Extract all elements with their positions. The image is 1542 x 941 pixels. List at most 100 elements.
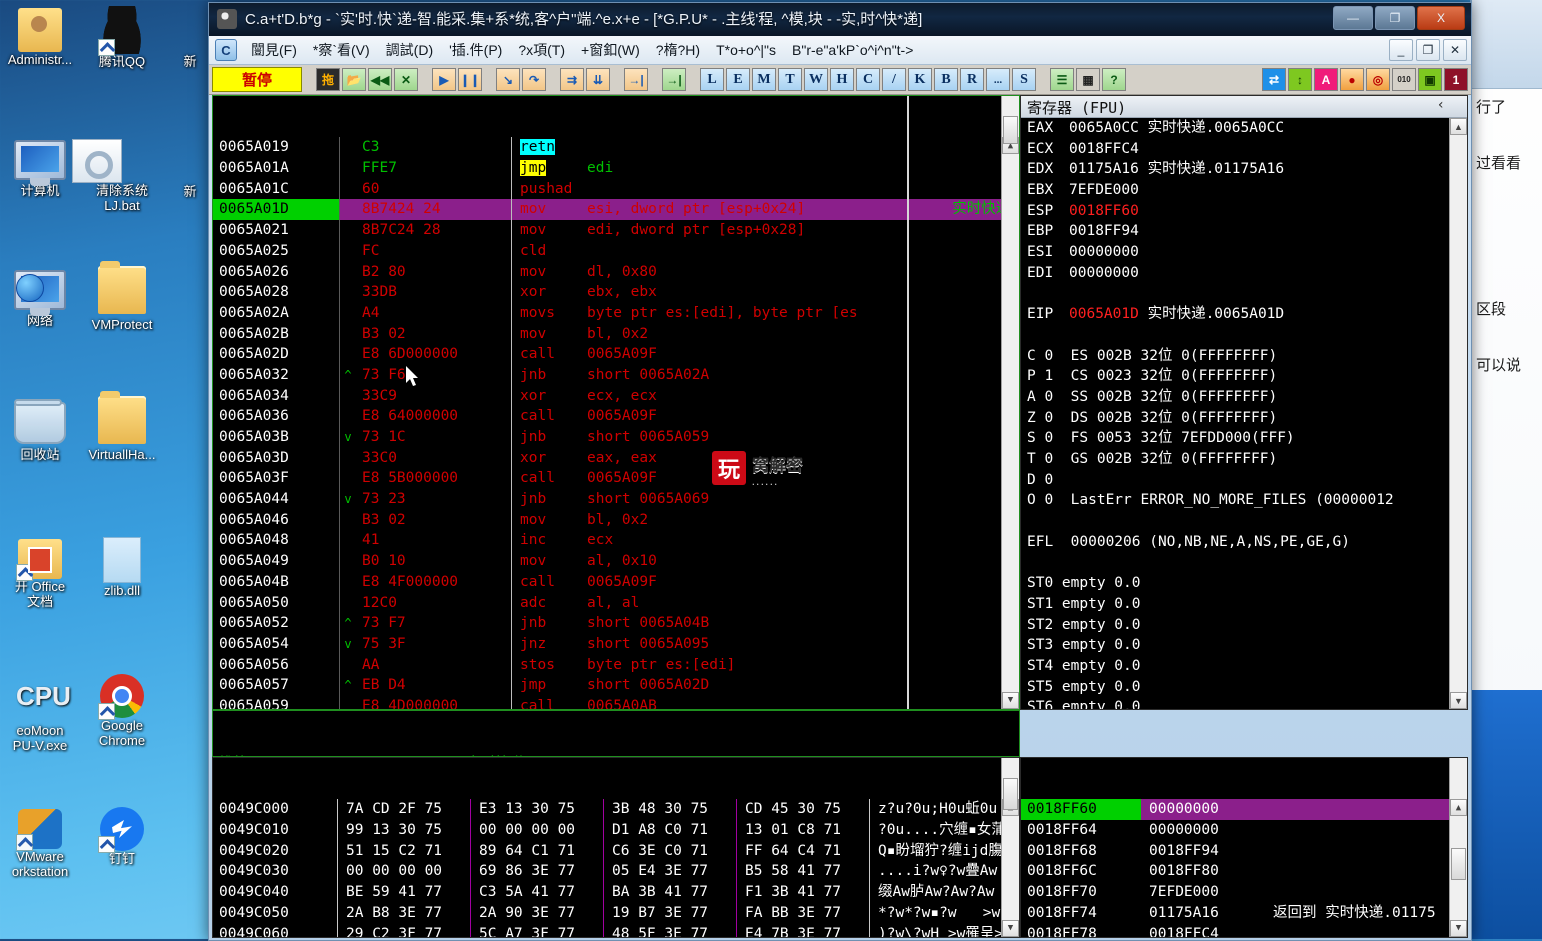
fpu-register-row[interactable]: ST2 empty 0.0 xyxy=(1021,615,1467,636)
dump-row[interactable]: 0049C060 29 C2 3F 77 5C A7 3F 77 48 5F 3E 7… xyxy=(213,923,1019,937)
step-into-icon[interactable]: ↘ xyxy=(496,68,520,91)
restart-icon[interactable]: ◀◀ xyxy=(368,68,392,91)
mdi-restore-button[interactable]: ❐ xyxy=(1416,39,1440,61)
register-value[interactable]: 7EFDE000 xyxy=(1069,182,1139,198)
open-file-icon[interactable]: 📂 xyxy=(342,68,366,91)
disassembly-rows[interactable]: 0065A019 C3 retn 0065A01A FFE7 jmp edi 0065A01C… xyxy=(213,137,1019,709)
desktop-icon-partial-2[interactable]: 新 xyxy=(170,136,210,199)
minimize-button[interactable]: — xyxy=(1333,6,1373,30)
scrollbar-thumb[interactable] xyxy=(1003,116,1018,144)
toolbar-letter-M[interactable]: M xyxy=(752,68,776,91)
register-row[interactable]: EBP 0018FF94 xyxy=(1021,221,1467,242)
menu-item-breakpoints[interactable]: B"r-e"a'kP`o^i^n"t-> xyxy=(784,39,921,61)
register-row[interactable]: EDI 00000000 xyxy=(1021,263,1467,284)
menu-item-plugins[interactable]: '插.件(P) xyxy=(441,37,510,63)
registers-body[interactable]: EAX 0065A0CC 实时快递.0065A0CC ECX 0018FFC4 EDX 0… xyxy=(1021,118,1467,709)
register-row[interactable]: EAX 0065A0CC 实时快递.0065A0CC xyxy=(1021,118,1467,139)
disassembly-row[interactable]: 0065A048 41 inc ecx xyxy=(213,530,1019,552)
disassembly-row[interactable]: 0065A034 33C9 xor ecx, ecx xyxy=(213,385,1019,407)
disassembly-row[interactable]: 0065A04B E8 4F000000 call 0065A09F xyxy=(213,571,1019,593)
binary-icon[interactable]: 010 xyxy=(1392,68,1416,91)
maximize-button[interactable]: ❐ xyxy=(1375,6,1415,30)
close-button[interactable]: X xyxy=(1417,6,1465,30)
register-value[interactable]: 0065A01D xyxy=(1069,306,1139,322)
toolbar-letter-T[interactable]: T xyxy=(778,68,802,91)
stack-value[interactable]: 7EFDE000 xyxy=(1141,882,1265,903)
dump-scrollbar[interactable]: ▲ ▼ xyxy=(1001,758,1019,937)
desktop-icon-dingtalk[interactable]: 钉钉 xyxy=(72,805,172,866)
disassembly-row[interactable]: 0065A032 ^ 73 F6 jnb short 0065A02A xyxy=(213,364,1019,386)
desktop-icon-partial-1[interactable]: 新 xyxy=(170,6,210,69)
register-row[interactable]: EDX 01175A16 实时快递.01175A16 xyxy=(1021,159,1467,180)
toolbar[interactable]: 暂停 拖 📂 ◀◀ ✕ ▶ ❙❙ ↘ ↷ ⇉ ⇊ →| →| L E M T W… xyxy=(209,65,1471,95)
flag-row[interactable]: P 1 CS 0023 32位 0(FFFFFFFF) xyxy=(1021,366,1467,387)
flag-row[interactable]: C 0 ES 002B 32位 0(FFFFFFFF) xyxy=(1021,346,1467,367)
register-value[interactable]: 00000000 xyxy=(1069,265,1139,281)
scroll-up-icon[interactable]: ▲ xyxy=(1450,118,1467,135)
dump-row[interactable]: 0049C000 7A CD 2F 75 E3 13 30 75 3B 48 30 7… xyxy=(213,799,1019,821)
stack-row[interactable]: 0018FF60 00000000 xyxy=(1021,799,1467,821)
disassembly-row[interactable]: 0065A02B B3 02 mov bl, 0x2 xyxy=(213,323,1019,345)
disassembly-row[interactable]: 0065A054 v 75 3F jnz short 0065A095 xyxy=(213,633,1019,655)
mdi-window-controls[interactable]: _ ❐ ✕ xyxy=(1389,39,1467,61)
stack-row[interactable]: 0018FF6C 0018FF80 xyxy=(1021,861,1467,882)
stack-pane[interactable]: 0018FF60 00000000 0018FF64 00000000 0018FF68… xyxy=(1020,757,1468,938)
patches-icon[interactable]: ▦ xyxy=(1076,68,1100,91)
window-controls[interactable]: — ❐ X xyxy=(1333,6,1465,30)
menu-bar[interactable]: C 闓見(F) *察`看(V) 調試(D) '插.件(P) ?x項(T) +窗釦… xyxy=(209,36,1471,65)
register-row[interactable]: ESI 00000000 xyxy=(1021,242,1467,263)
execute-till-return-icon[interactable]: →| xyxy=(624,68,648,91)
fpu-register-row[interactable]: ST1 empty 0.0 xyxy=(1021,594,1467,615)
dump-row[interactable]: 0049C030 00 00 00 00 69 86 3E 77 05 E4 3E 7… xyxy=(213,861,1019,883)
stack-row[interactable]: 0018FF68 0018FF94 xyxy=(1021,841,1467,862)
stack-row[interactable]: 0018FF70 7EFDE000 xyxy=(1021,882,1467,903)
stack-value[interactable]: 00000000 xyxy=(1141,799,1265,821)
fpu-register-row[interactable]: ST0 empty 0.0 xyxy=(1021,573,1467,594)
register-row[interactable]: EBX 7EFDE000 xyxy=(1021,180,1467,201)
scroll-down-icon[interactable]: ▼ xyxy=(1002,920,1019,937)
fpu-register-row[interactable]: ST4 empty 0.0 xyxy=(1021,656,1467,677)
scroll-down-icon[interactable]: ▼ xyxy=(1450,920,1467,937)
disassembly-row[interactable]: 0065A028 33DB xor ebx, ebx xyxy=(213,282,1019,303)
toolbar-letter-W[interactable]: W xyxy=(804,68,828,91)
toolbar-letter-E[interactable]: E xyxy=(726,68,750,91)
scroll-up-icon[interactable]: ▲ xyxy=(1450,799,1467,817)
chevron-left-icon[interactable]: ‹ xyxy=(1437,97,1445,113)
disassembly-row[interactable]: 0065A049 B0 10 mov al, 0x10 xyxy=(213,551,1019,572)
register-row[interactable]: ESP 0018FF60 xyxy=(1021,201,1467,222)
trace-over-icon[interactable]: ⇊ xyxy=(586,68,610,91)
toolbar-letter-R[interactable]: R xyxy=(960,68,984,91)
flag-row[interactable]: Z 0 DS 002B 32位 0(FFFFFFFF) xyxy=(1021,408,1467,429)
desktop-icon-virtualha[interactable]: VirtuallHa... xyxy=(72,391,172,462)
efl-row[interactable]: EFL 00000206 (NO,NB,NE,A,NS,PE,GE,G) xyxy=(1021,532,1467,553)
disassembly-row[interactable]: 0065A056 AA stos byte ptr es:[edi] xyxy=(213,654,1019,676)
register-value[interactable]: 0018FF94 xyxy=(1069,223,1139,239)
disassembly-row[interactable]: 0065A019 C3 retn xyxy=(213,137,1019,159)
disassembly-row[interactable]: 0065A052 ^ 73 F7 jnb short 0065A04B xyxy=(213,613,1019,634)
desktop-icon-qq[interactable]: 腾讯QQ xyxy=(72,6,172,69)
toolbar-letter-B[interactable]: B xyxy=(934,68,958,91)
disassembly-row[interactable]: 0065A01A FFE7 jmp edi xyxy=(213,158,1019,179)
register-value[interactable]: 0018FFC4 xyxy=(1069,141,1139,157)
disassembly-row[interactable]: 0065A059 E8 4D000000 call 0065A0AB xyxy=(213,695,1019,709)
register-value[interactable]: 0018FF60 xyxy=(1069,203,1139,219)
close-icon[interactable]: ✕ xyxy=(394,68,418,91)
disassembly-row[interactable]: 0065A01C 60 pushad xyxy=(213,178,1019,200)
stack-row[interactable]: 0018FF74 01175A16 返回到 实时快递.01175 xyxy=(1021,903,1467,924)
disassembly-row[interactable]: 0065A03F E8 5B000000 call 0065A09F xyxy=(213,468,1019,490)
scroll-down-icon[interactable]: ▼ xyxy=(1002,692,1019,709)
memory-dump-pane[interactable]: 0049C000 7A CD 2F 75 E3 13 30 75 3B 48 30 7… xyxy=(212,757,1020,938)
register-row[interactable]: ECX 0018FFC4 xyxy=(1021,139,1467,160)
fpu-register-row[interactable]: ST5 empty 0.0 xyxy=(1021,677,1467,698)
mdi-close-button[interactable]: ✕ xyxy=(1443,39,1467,61)
dump-row[interactable]: 0049C010 99 13 30 75 00 00 00 00 D1 A8 C0 7… xyxy=(213,820,1019,841)
trace-into-icon[interactable]: ⇉ xyxy=(560,68,584,91)
scroll-down-icon[interactable]: ▼ xyxy=(1450,692,1467,709)
stack-value[interactable]: 01175A16 xyxy=(1141,903,1265,924)
stack-value[interactable]: 0018FF80 xyxy=(1141,861,1265,882)
register-row[interactable]: EIP 0065A01D 实时快递.0065A01D xyxy=(1021,304,1467,325)
disassembly-row[interactable]: 0065A01D 8B7424 24 mov esi, dword ptr [esp+… xyxy=(213,199,1019,221)
scrollbar-thumb[interactable] xyxy=(1003,778,1018,810)
background-window[interactable]: 行了 过看看 区段 可以说 xyxy=(1470,0,1542,939)
toolbar-letter-S[interactable]: S xyxy=(1012,68,1036,91)
